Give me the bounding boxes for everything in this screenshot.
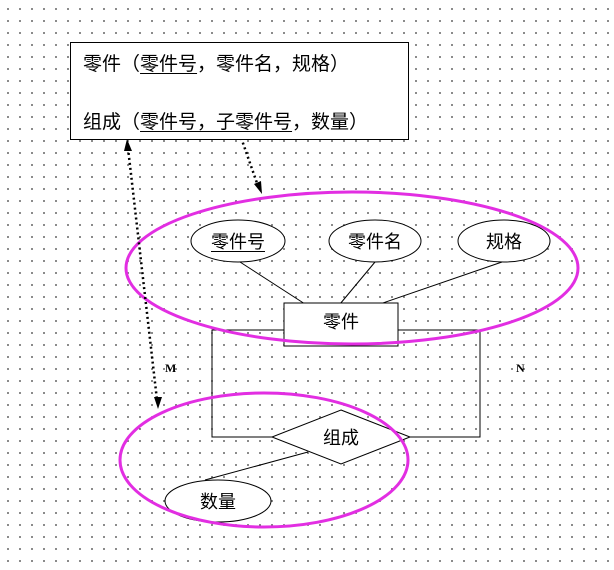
relation-composition-open-paren: （ (121, 111, 141, 133)
relation-composition: 组成（零件号，子零件号，数量） (83, 107, 368, 134)
attribute-spec-label: 规格 (486, 232, 522, 253)
relation-composition-name: 组成 (83, 111, 122, 133)
relationship-line-m (211, 329, 284, 438)
attribute-quantity-label: 数量 (200, 492, 236, 513)
cardinality-m-label: M (165, 361, 177, 375)
arrowhead-up-relationship (124, 139, 132, 151)
relation-composition-attributes: ，数量） (292, 111, 369, 133)
connector-quantity (204, 451, 309, 481)
relation-schema-box: 零件（零件号，零件名，规格） 组成（零件号，子零件号，数量） (70, 42, 409, 140)
arrowhead-down-relationship (154, 397, 162, 409)
relation-part-attributes: ，零件名，规格） (197, 53, 350, 75)
connector-part-no (239, 261, 306, 305)
entity-part-label: 零件 (323, 312, 359, 333)
relationship-line-n (398, 329, 481, 438)
cardinality-n-label: N (516, 361, 525, 375)
relation-part-primary-key: 零件号 (140, 53, 198, 75)
relation-composition-primary-key: 零件号，子零件号 (140, 111, 293, 133)
mapping-arrow-relationship (126, 147, 159, 401)
relation-part-name: 零件 (83, 53, 122, 75)
relationship-label: 组成 (323, 428, 359, 449)
attribute-part-no-label: 零件号 (211, 232, 265, 253)
attribute-part-name-label: 零件名 (348, 232, 402, 253)
connector-spec (379, 261, 503, 305)
relation-part-open-paren: （ (121, 53, 141, 75)
relation-part: 零件（零件号，零件名，规格） (83, 49, 349, 76)
arrowhead-down-entity (254, 181, 262, 194)
connector-part-name (339, 261, 376, 305)
